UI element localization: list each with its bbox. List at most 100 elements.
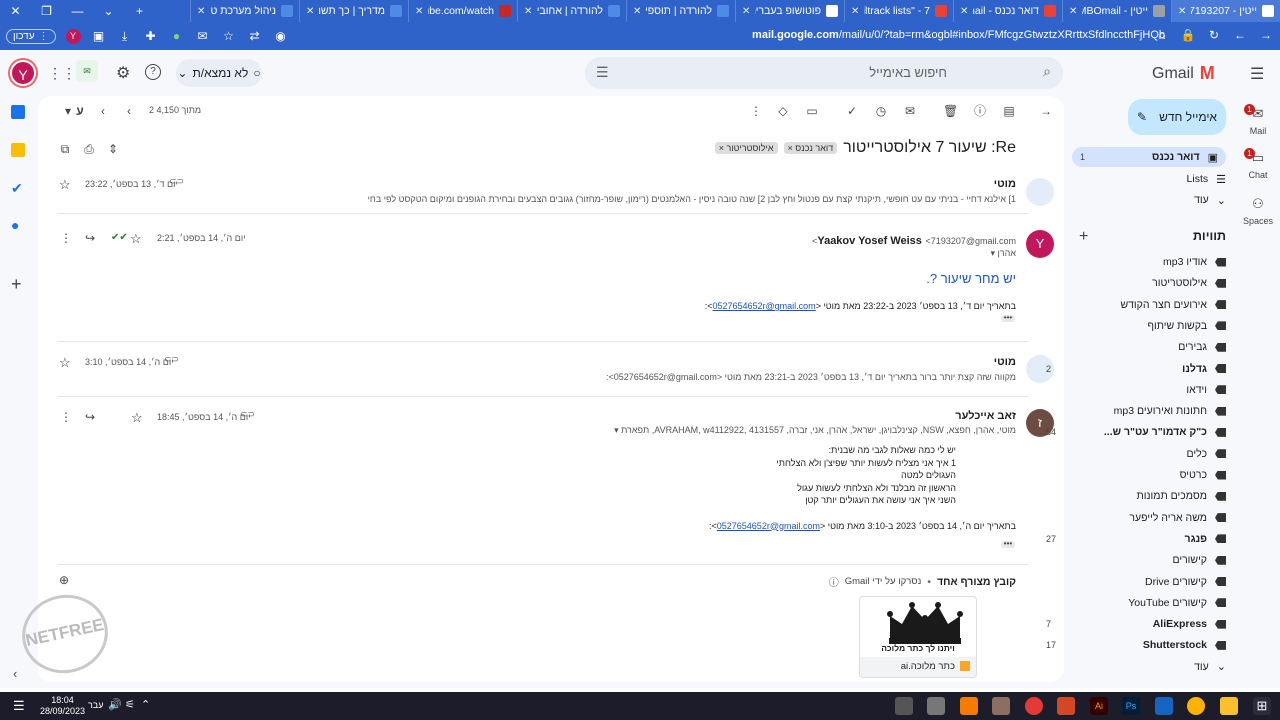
tab-close-icon[interactable]: ✕: [960, 6, 968, 17]
label-item[interactable]: בקשות שיתוף: [1076, 316, 1226, 336]
attachment-card[interactable]: ויתנו לך כתר מלוכה כתר מלוכה.ai: [859, 596, 977, 678]
keyboard-language[interactable]: עבר: [88, 700, 103, 710]
taskbar-app-icon[interactable]: [895, 697, 913, 715]
tab-close-icon[interactable]: ✕: [742, 6, 750, 17]
newer-icon[interactable]: ‹: [96, 104, 110, 118]
label-chip[interactable]: דואר נכנס ×: [783, 142, 838, 154]
close-window-icon[interactable]: ✕: [0, 0, 31, 22]
help-icon[interactable]: ?: [145, 64, 161, 80]
nav-item[interactable]: ▣ דואר נכנס 1: [1072, 147, 1226, 167]
language-toggle[interactable]: ע: [73, 104, 87, 118]
brand-logo-icon[interactable]: ✉: [76, 60, 98, 82]
label-chip[interactable]: אילוסטריטור ×: [714, 142, 778, 154]
mark-unread-icon[interactable]: ✉: [903, 104, 917, 118]
reply-icon[interactable]: ↪: [85, 231, 95, 245]
browser-taskbar-icon[interactable]: [1025, 697, 1043, 715]
taskbar-app-icon[interactable]: [927, 697, 945, 715]
star-icon[interactable]: ☆: [130, 231, 142, 247]
url-field[interactable]: mail.google.com/mail/u/0/?tab=rm&ogbl#in…: [752, 29, 1165, 41]
browser-tab[interactable]: פוטושופ בעברית - 2 ✕: [735, 0, 844, 22]
tab-close-icon[interactable]: ✕: [415, 6, 423, 17]
translate-icon[interactable]: ⇄: [247, 28, 263, 44]
older-icon[interactable]: ‹: [122, 104, 136, 118]
label-item[interactable]: אירועים חצר הקודש: [1076, 295, 1226, 315]
restore-window-icon[interactable]: ❐: [31, 0, 62, 22]
label-item[interactable]: קישורים Drive: [1076, 572, 1226, 592]
expand-all-icon[interactable]: ⇕: [106, 142, 120, 156]
star-icon[interactable]: ☆: [59, 355, 71, 371]
new-tab-button[interactable]: +: [124, 0, 155, 22]
label-item[interactable]: AliExpress 7: [1046, 614, 1226, 634]
rail-item-spaces[interactable]: ⚇ Spaces: [1238, 196, 1278, 226]
label-item[interactable]: גבירים: [1076, 337, 1226, 357]
browser-tab[interactable]: ייטין - 7193207 :Re ✕: [1171, 0, 1280, 22]
label-item[interactable]: אודיו mp3: [1076, 252, 1226, 272]
recipients-row[interactable]: אהרן ▾: [58, 248, 1016, 259]
taskbar-app-icon[interactable]: [1187, 697, 1205, 715]
star-icon[interactable]: ☆: [59, 177, 71, 193]
show-trimmed-content-button[interactable]: •••: [1001, 540, 1015, 548]
vlc-icon[interactable]: [960, 697, 978, 715]
calendar-icon[interactable]: [11, 105, 25, 119]
network-icon[interactable]: ⚟: [125, 698, 135, 711]
tab-close-icon[interactable]: ✕: [306, 6, 314, 17]
sidebar-toggle-icon[interactable]: ▣: [91, 28, 107, 44]
downloads-icon[interactable]: ⤓: [117, 28, 133, 44]
sender-avatar[interactable]: [1026, 178, 1054, 206]
tasks-icon[interactable]: ✔: [11, 180, 23, 197]
more-actions-icon[interactable]: ⋮: [749, 104, 763, 118]
back-icon[interactable]: ←: [1232, 27, 1248, 43]
tab-search-icon[interactable]: ⌄: [93, 0, 124, 22]
label-item[interactable]: משה אריה לייפער: [1076, 508, 1226, 528]
gmail-logo[interactable]: Gmail M: [1152, 63, 1215, 84]
label-item[interactable]: וידאו: [1076, 380, 1226, 400]
browser-tab[interactable]: דואר נכנס - Gmail ✕: [953, 0, 1062, 22]
more-options-icon[interactable]: ⋮: [60, 410, 72, 424]
print-icon[interactable]: ⎙: [82, 142, 96, 156]
thread-message-collapsed[interactable]: מוטי מקווה שזה קצת יותר ברור בתאריך יום …: [58, 356, 1016, 382]
search-icon[interactable]: ⌕: [1043, 63, 1051, 80]
label-item[interactable]: קישורים: [1076, 550, 1226, 570]
browser-tab[interactable]: ניהול מערכת טלפו ✕: [190, 0, 299, 22]
label-item[interactable]: גדלנו 2: [1046, 359, 1226, 379]
extension-green-icon[interactable]: ●: [169, 28, 185, 44]
browser-tab[interactable]: mailtrack lists" - 7" ✕: [844, 0, 953, 22]
contacts-icon[interactable]: ●: [11, 217, 19, 233]
search-options-icon[interactable]: ☰: [596, 64, 609, 81]
rail-item-mail[interactable]: ✉ Mail 1: [1238, 104, 1278, 136]
extensions-icon[interactable]: ✚: [143, 28, 159, 44]
quote-email-link[interactable]: 0527654652r@gmail.com: [717, 521, 820, 531]
browser-tab[interactable]: מדריך | כך תשנו א ✕: [299, 0, 408, 22]
open-new-window-icon[interactable]: ⧉: [58, 142, 72, 156]
tab-close-icon[interactable]: ✕: [633, 6, 641, 17]
keep-icon[interactable]: [11, 143, 25, 157]
file-explorer-icon[interactable]: [1220, 697, 1238, 715]
powerpoint-icon[interactable]: [1057, 697, 1075, 715]
label-item[interactable]: פנגר 27: [1046, 529, 1226, 549]
label-item[interactable]: ⌄ עוד: [1076, 657, 1226, 677]
collapse-panel-icon[interactable]: ‹: [13, 666, 17, 681]
move-to-icon[interactable]: ▭: [805, 104, 819, 118]
illustrator-icon[interactable]: Ai: [1090, 697, 1108, 715]
archive-icon[interactable]: ▤: [1002, 104, 1016, 118]
search-input[interactable]: חיפוש באימייל: [869, 65, 947, 80]
sender-avatar[interactable]: Y: [1026, 230, 1054, 258]
browser-profile-avatar[interactable]: Y: [65, 28, 81, 44]
report-spam-icon[interactable]: ⓘ: [973, 104, 987, 118]
recipients-row[interactable]: מוטי, אהרן, חפצא, NSW, קצינלבויגן, ישראל…: [58, 425, 1016, 436]
nav-item[interactable]: ☰ Lists: [1076, 169, 1226, 189]
nav-item[interactable]: ⌄ עוד: [1076, 190, 1226, 210]
label-item[interactable]: כלים: [1076, 444, 1226, 464]
clock[interactable]: 18:04 28/09/2023: [40, 695, 85, 717]
browser-tab[interactable]: להורדה | אחובי פוטו ✕: [517, 0, 626, 22]
home-icon[interactable]: ⌂: [1154, 27, 1170, 43]
tab-close-icon[interactable]: ✕: [851, 6, 859, 17]
label-item[interactable]: מסמכים תמונות: [1076, 486, 1226, 506]
sender-name[interactable]: Yaakov Yosef Weiss: [817, 235, 922, 247]
tab-close-icon[interactable]: ✕: [197, 6, 205, 17]
label-item[interactable]: Shutterstock 17: [1046, 635, 1226, 655]
thread-message-collapsed[interactable]: מוטי 1] אילנא דחיי - בניתי עם עט חופשי, …: [58, 178, 1016, 204]
more-options-icon[interactable]: ⋮: [60, 231, 72, 245]
reload-icon[interactable]: ↻: [1206, 27, 1222, 43]
add-label-icon[interactable]: +: [1079, 228, 1088, 246]
